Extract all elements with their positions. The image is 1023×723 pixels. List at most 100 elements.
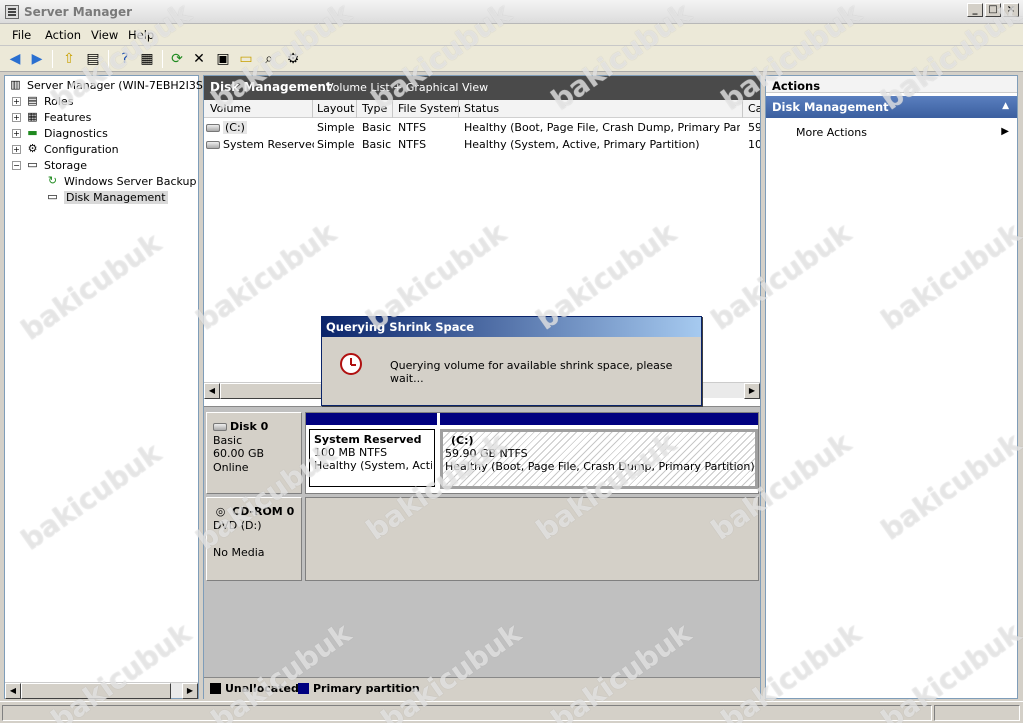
scroll-left-button[interactable]: ◀	[5, 683, 21, 699]
search-icon[interactable]: ⌕	[260, 50, 278, 68]
show-hide-tree-icon[interactable]: ▤	[84, 50, 102, 68]
column-status[interactable]: Status	[464, 102, 499, 115]
tree-item-diagnostics[interactable]: + ▬ Diagnostics	[12, 126, 108, 140]
settings-icon[interactable]: ⚙	[284, 50, 302, 68]
forward-icon[interactable]: ▶	[28, 50, 46, 68]
minimize-button[interactable]: _	[967, 3, 983, 17]
menu-file[interactable]: File	[12, 28, 31, 42]
column-divider[interactable]	[458, 100, 459, 118]
cell-layout: Simple	[317, 138, 355, 151]
open-folder-icon[interactable]: ▭	[237, 50, 255, 68]
menu-view[interactable]: View	[91, 28, 118, 42]
partition-name: System Reserved	[314, 433, 422, 446]
cell-volume: System Reserved	[206, 138, 314, 151]
refresh-icon[interactable]: ⟳	[168, 50, 186, 68]
partition-system-reserved[interactable]: System Reserved 100 MB NTFS Healthy (Sys…	[309, 429, 435, 487]
legend-swatch-unallocated	[210, 683, 221, 694]
legend-label-primary: Primary partition	[313, 682, 420, 695]
cell-volume: (C:)	[206, 121, 310, 134]
table-row[interactable]: System Reserved Simple Basic NTFS Health…	[204, 136, 760, 153]
scroll-right-button[interactable]: ▶	[744, 383, 760, 399]
column-divider[interactable]	[356, 100, 357, 118]
volume-name: System Reserved	[223, 138, 314, 151]
tree-item-storage[interactable]: − ▭ Storage	[12, 158, 87, 172]
collapse-caret-icon[interactable]: ▲	[1002, 101, 1009, 111]
pane-title: Disk Management	[210, 80, 332, 94]
scroll-left-button[interactable]: ◀	[204, 383, 220, 399]
partition-c[interactable]: (C:) 59.90 GB NTFS Healthy (Boot, Page F…	[440, 429, 758, 489]
actions-section-disk-management[interactable]: Disk Management ▲	[766, 96, 1017, 118]
disk-0-title: Disk 0	[213, 420, 268, 433]
expand-icon[interactable]: +	[12, 144, 21, 154]
column-divider[interactable]	[312, 100, 313, 118]
partition-detail: 59.90 GB NTFS	[445, 447, 528, 460]
cell-status: Healthy (Boot, Page File, Crash Dump, Pr…	[464, 121, 740, 134]
expand-icon[interactable]: +	[12, 128, 21, 138]
column-capacity[interactable]: Ca	[748, 102, 760, 115]
disk-0-info[interactable]: Disk 0 Basic 60.00 GB Online	[206, 412, 302, 494]
submenu-arrow-icon[interactable]: ▶	[1001, 126, 1009, 137]
tree-item-features[interactable]: + ▦ Features	[12, 110, 91, 124]
collapse-icon[interactable]: −	[12, 160, 21, 170]
expand-icon[interactable]: +	[12, 112, 21, 122]
querying-shrink-space-dialog: Querying Shrink Space Querying volume fo…	[321, 316, 702, 406]
partition-status: Healthy (Boot, Page File, Crash Dump, Pr…	[445, 460, 755, 473]
column-type[interactable]: Type	[362, 102, 387, 115]
table-row[interactable]: (C:) Simple Basic NTFS Healthy (Boot, Pa…	[204, 119, 760, 136]
close-button[interactable]: ×	[1003, 3, 1019, 17]
help-icon[interactable]: ?	[116, 50, 134, 68]
scroll-right-button[interactable]: ▶	[182, 683, 198, 699]
features-icon: ▦	[27, 110, 38, 123]
tree-item-configuration[interactable]: + ⚙ Configuration	[12, 142, 119, 156]
toolbar: ◀ ▶ ⇧ ▤ ? ▦ ⟳ ✕ ▣ ▭ ⌕ ⚙	[0, 46, 1023, 72]
status-bar	[0, 701, 1023, 723]
menu-bar: File Action View Help	[0, 24, 1023, 46]
column-volume[interactable]: Volume	[210, 102, 251, 115]
volume-list-header: Volume Layout Type File System Status Ca	[204, 100, 760, 118]
diagnostics-icon: ▬	[27, 126, 38, 139]
show-hide-action-pane-icon[interactable]: ▦	[138, 50, 156, 68]
up-folder-icon[interactable]: ⇧	[60, 50, 78, 68]
roles-icon: ▤	[27, 94, 38, 107]
cell-layout: Simple	[317, 121, 355, 134]
partition-detail: 100 MB NTFS	[314, 446, 388, 459]
configuration-icon: ⚙	[27, 142, 38, 155]
pane-header: Disk Management Volume List + Graphical …	[204, 76, 760, 100]
tree-item-windows-server-backup[interactable]: ↻ Windows Server Backup	[45, 174, 197, 188]
primary-partition-bar	[440, 413, 758, 425]
action-more-actions[interactable]: More Actions	[796, 126, 867, 139]
partition-status: Healthy (System, Active	[314, 459, 432, 472]
storage-icon: ▭	[27, 158, 38, 171]
backup-icon: ↻	[47, 174, 58, 187]
back-icon[interactable]: ◀	[6, 50, 24, 68]
column-divider[interactable]	[392, 100, 393, 118]
column-file-system[interactable]: File System	[398, 102, 461, 115]
status-panel	[934, 705, 1020, 721]
server-manager-icon	[5, 5, 19, 19]
cell-capacity: 10	[748, 138, 760, 151]
volume-name: (C:)	[223, 121, 247, 134]
title-bar: Server Manager _ □ ×	[0, 0, 1023, 24]
legend-label-unallocated: Unallocated	[225, 682, 299, 695]
disk-icon	[213, 423, 227, 431]
properties-icon[interactable]: ▣	[214, 50, 232, 68]
menu-action[interactable]: Action	[45, 28, 81, 42]
cell-file-system: NTFS	[398, 121, 427, 134]
disk-0-type: Basic	[213, 434, 243, 447]
expand-icon[interactable]: +	[12, 96, 21, 106]
scroll-thumb[interactable]	[21, 683, 171, 699]
column-layout[interactable]: Layout	[317, 102, 354, 115]
tree-horizontal-scrollbar[interactable]: ◀ ▶	[5, 682, 198, 699]
column-divider[interactable]	[742, 100, 743, 118]
maximize-button[interactable]: □	[985, 3, 1001, 17]
server-icon: ▥	[10, 78, 21, 91]
disk-0-size: 60.00 GB	[213, 447, 265, 460]
delete-icon[interactable]: ✕	[190, 50, 208, 68]
tree-item-roles[interactable]: + ▤ Roles	[12, 94, 73, 108]
cell-status: Healthy (System, Active, Primary Partiti…	[464, 138, 700, 151]
tree-root-server-manager[interactable]: ▥ Server Manager (WIN-7EBH2I3SAC	[8, 78, 218, 92]
cdrom-0-info[interactable]: ◎ CD-ROM 0 DVD (D:) No Media	[206, 497, 302, 581]
tree-item-disk-management[interactable]: ▭ Disk Management	[45, 190, 168, 204]
disk-management-icon: ▭	[47, 190, 58, 203]
menu-help[interactable]: Help	[128, 28, 154, 42]
